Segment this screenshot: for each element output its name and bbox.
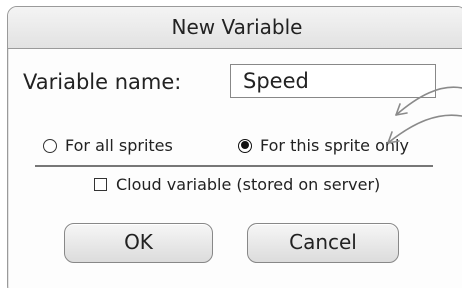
stage: New Variable Variable name: For all spri… — [0, 0, 462, 288]
dialog-title: New Variable — [171, 15, 303, 39]
radio-unchecked-icon[interactable] — [43, 138, 57, 153]
variable-name-input[interactable] — [230, 64, 436, 98]
radio-for-this-sprite-only[interactable]: For this sprite only — [238, 136, 409, 155]
radio-for-all-sprites[interactable]: For all sprites — [43, 136, 173, 155]
checkbox-icon[interactable] — [94, 178, 107, 191]
divider — [35, 165, 433, 167]
variable-name-label: Variable name: — [23, 70, 182, 94]
ok-button[interactable]: OK — [64, 223, 213, 263]
cancel-button[interactable]: Cancel — [247, 223, 399, 263]
cloud-variable-label: Cloud variable (stored on server) — [116, 175, 381, 194]
dialog-titlebar: New Variable — [8, 7, 462, 49]
cloud-variable-option[interactable]: Cloud variable (stored on server) — [94, 175, 380, 194]
radio-checked-icon[interactable] — [238, 138, 252, 153]
radio-for-all-sprites-label: For all sprites — [65, 136, 173, 155]
radio-for-this-sprite-only-label: For this sprite only — [260, 136, 409, 155]
